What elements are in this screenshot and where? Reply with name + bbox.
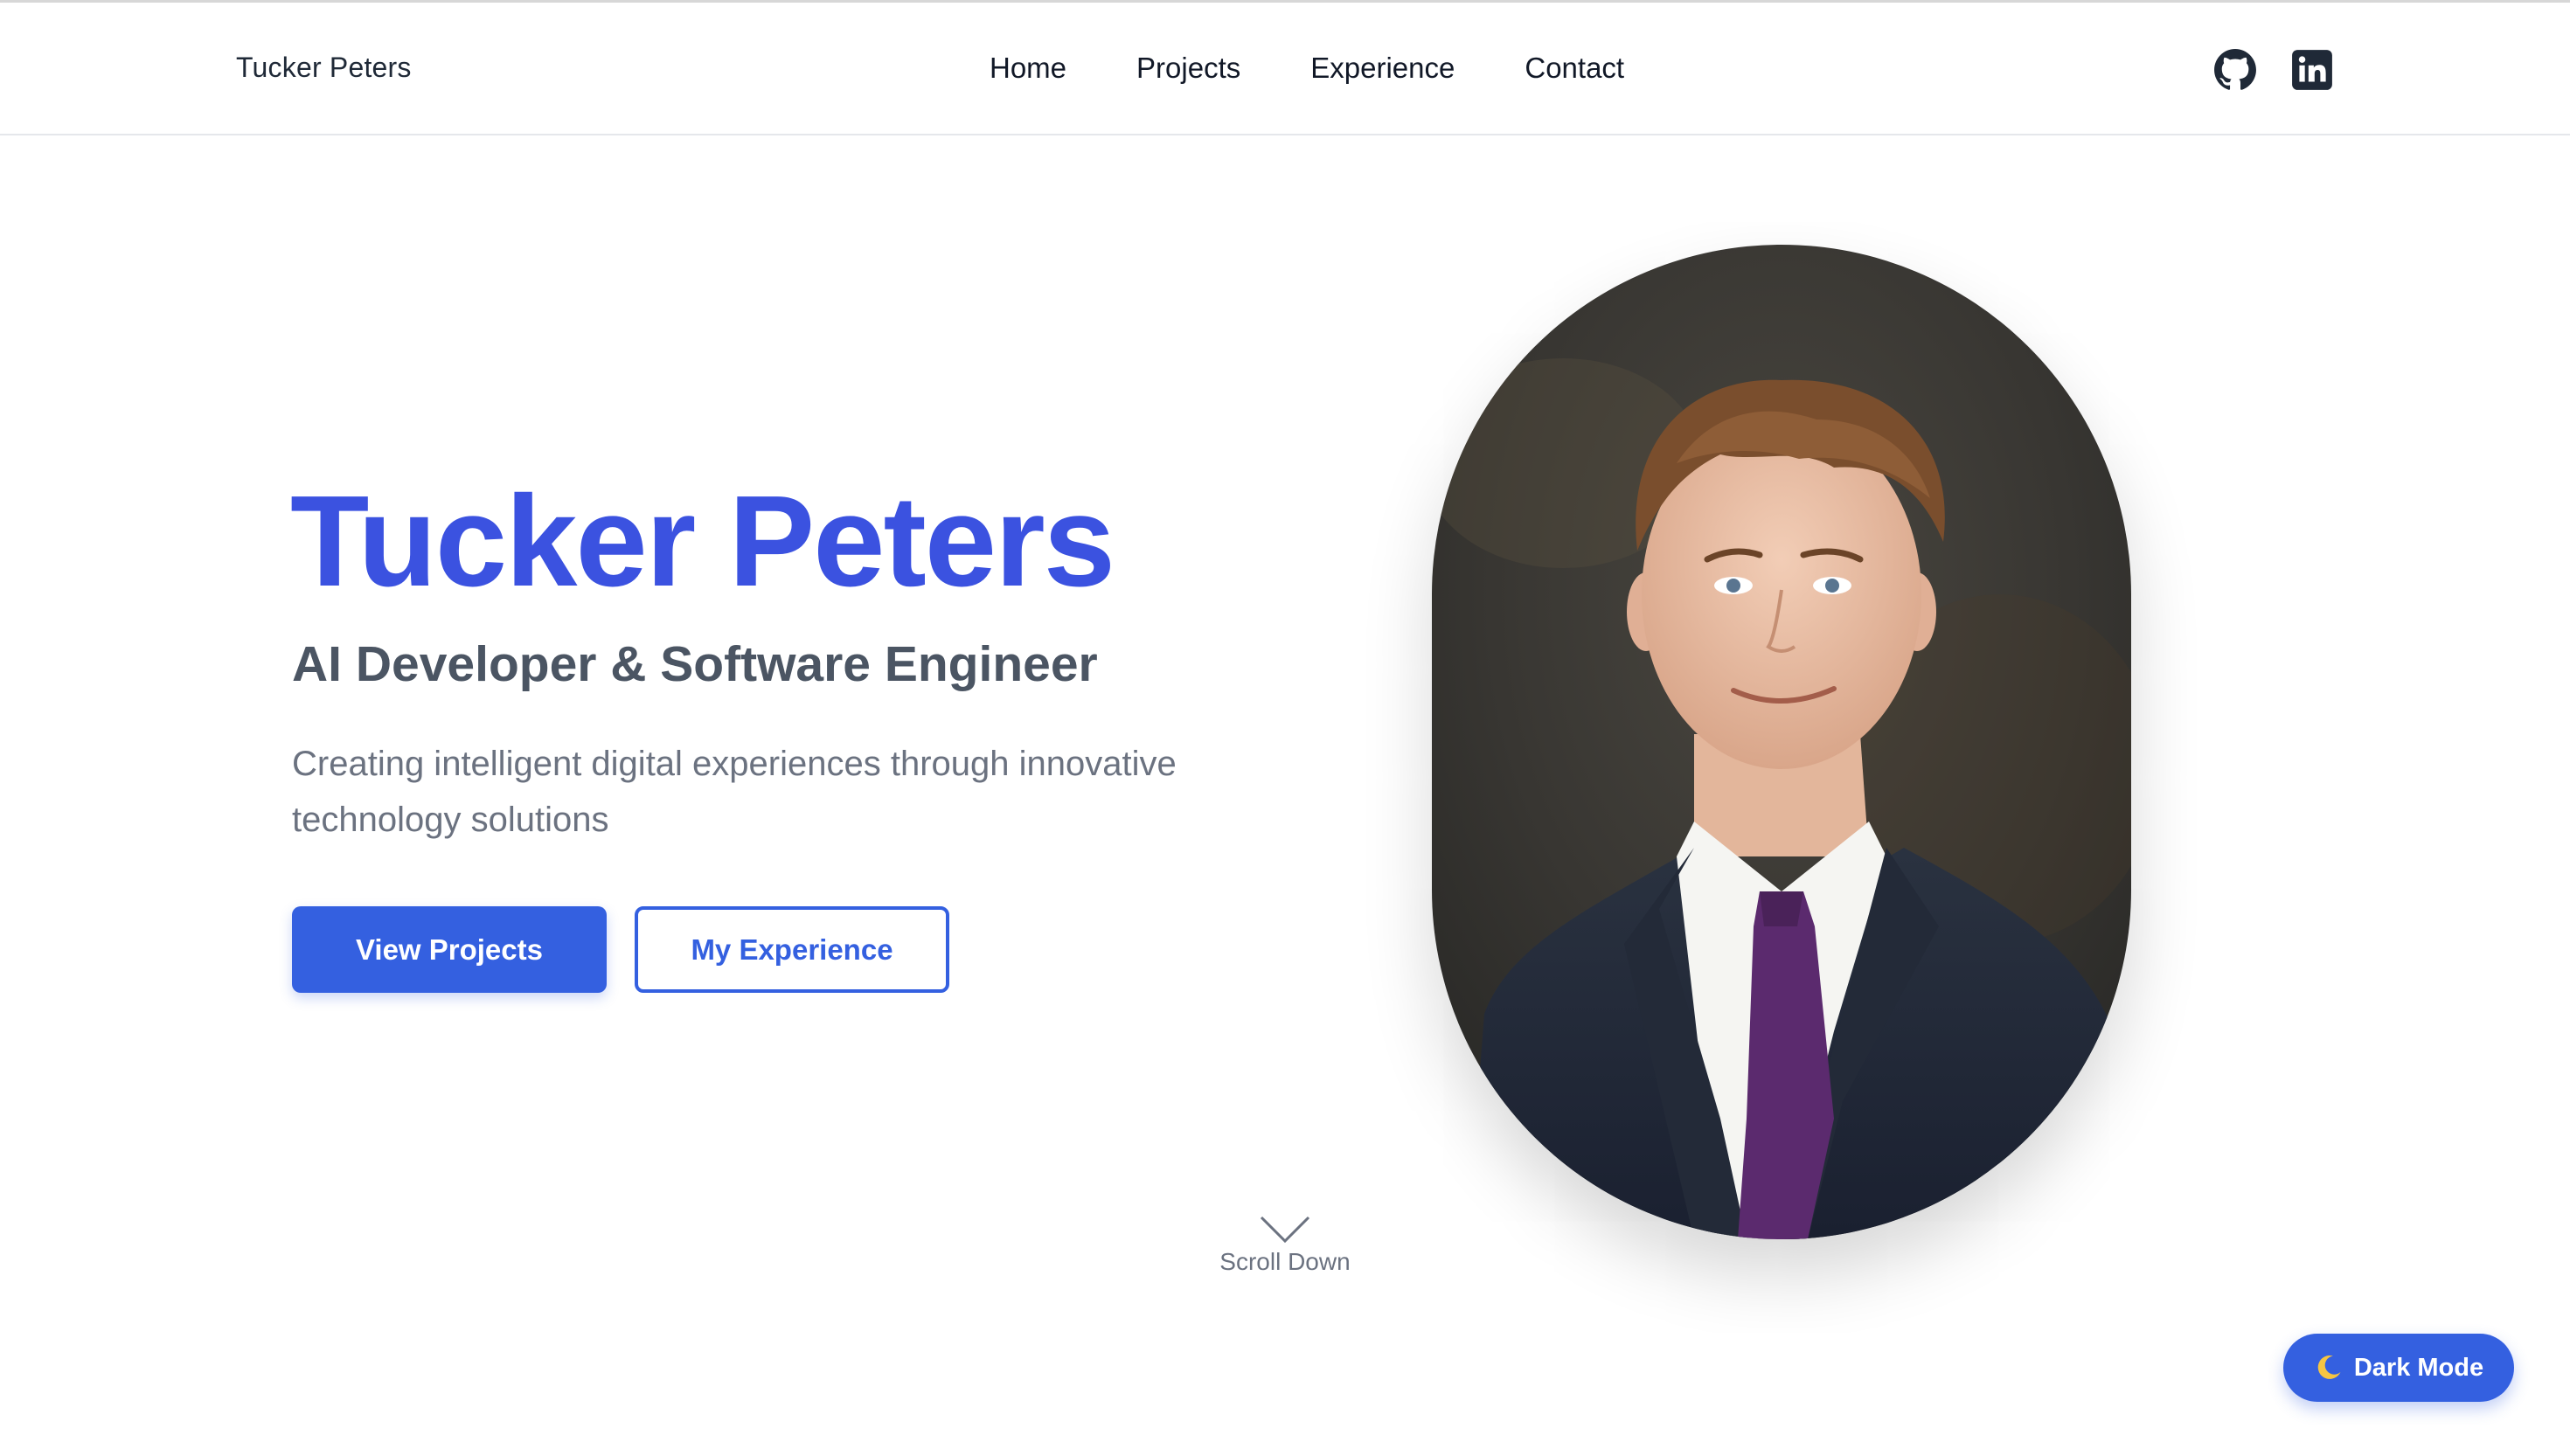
nav-link-projects[interactable]: Projects: [1136, 51, 1240, 86]
hero-subtitle: AI Developer & Software Engineer: [292, 636, 1098, 692]
portfolio-page: Tucker Peters Home Projects Experience C…: [0, 0, 2570, 1456]
github-icon[interactable]: [2213, 48, 2257, 92]
hero-description: Creating intelligent digital experiences…: [292, 745, 1177, 839]
moon-icon: [2317, 1355, 2341, 1379]
nav-link-home[interactable]: Home: [990, 51, 1066, 86]
nav-links: Home Projects Experience Contact: [990, 51, 1624, 86]
profile-photo: [1432, 245, 2131, 1239]
chevron-down-icon: [1260, 1216, 1310, 1244]
navbar: Tucker Peters Home Projects Experience C…: [0, 3, 2570, 135]
scroll-down-indicator[interactable]: Scroll Down: [1163, 1215, 1407, 1293]
linkedin-icon[interactable]: [2290, 48, 2334, 92]
nav-link-experience[interactable]: Experience: [1310, 51, 1455, 86]
portrait-illustration: [1432, 245, 2131, 1239]
hero-title: Tucker Peters: [290, 469, 1115, 614]
brand-link[interactable]: Tucker Peters: [236, 52, 412, 84]
my-experience-button[interactable]: My Experience: [635, 906, 949, 993]
nav-link-contact[interactable]: Contact: [1525, 51, 1624, 86]
scroll-down-label: Scroll Down: [1219, 1248, 1351, 1275]
social-links: [2213, 48, 2334, 92]
view-projects-button[interactable]: View Projects: [292, 906, 607, 993]
dark-mode-toggle[interactable]: Dark Mode: [2283, 1334, 2514, 1402]
dark-mode-label: Dark Mode: [2353, 1353, 2484, 1382]
